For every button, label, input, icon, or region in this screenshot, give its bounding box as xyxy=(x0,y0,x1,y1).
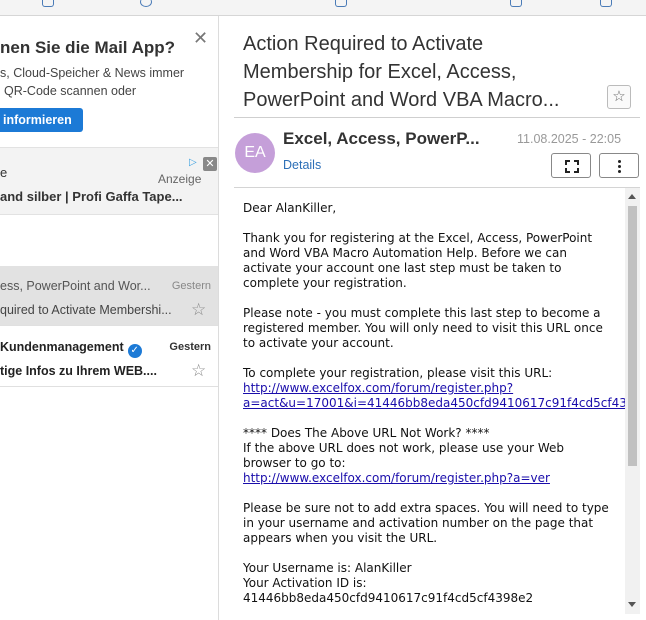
body-paragraph: Thank you for registering at the Excel, … xyxy=(243,231,593,290)
mail-subject: quired to Activate Membershi... xyxy=(0,303,172,317)
subject-line: PowerPoint and Word VBA Macro... xyxy=(243,89,560,111)
mail-list-pane: nen Sie die Mail App? ✕ s, Cloud-Speiche… xyxy=(0,16,219,620)
top-toolbar xyxy=(0,0,646,16)
register-link[interactable]: http://www.excelfox.com/forum/register.p… xyxy=(243,471,550,485)
toolbar-menu-icon[interactable] xyxy=(510,0,522,7)
toolbar-more-icon[interactable] xyxy=(600,0,612,7)
star-icon[interactable]: ☆ xyxy=(191,361,206,381)
body-paragraph: Please be sure not to add extra spaces. … xyxy=(243,501,609,545)
activation-link[interactable]: http://www.excelfox.com/forum/register.p… xyxy=(243,381,640,410)
reading-pane: Action Required to Activate Membership f… xyxy=(220,16,646,620)
body-paragraph: To complete your registration, please vi… xyxy=(243,366,640,411)
message-body-text: Dear AlanKiller, Thank you for registeri… xyxy=(243,201,640,614)
message-subject: Action Required to Activate Membership f… xyxy=(243,30,623,114)
scrollbar[interactable] xyxy=(625,188,640,614)
mail-date: Gestern xyxy=(169,341,211,353)
subject-line: Membership for Excel, Access, xyxy=(243,61,517,83)
star-icon[interactable]: ☆ xyxy=(191,300,206,320)
more-options-button[interactable] xyxy=(599,153,639,178)
body-paragraph: **** Does The Above URL Not Work? **** I… xyxy=(243,426,565,485)
ad-choices-icon[interactable]: ▷ xyxy=(189,157,200,168)
details-link[interactable]: Details xyxy=(283,158,321,172)
verified-check-icon: ✓ xyxy=(127,344,142,358)
promo-info-button[interactable]: informieren xyxy=(0,108,83,132)
ad-prefix: e xyxy=(0,165,8,180)
message-body: Dear AlanKiller, Thank you for registeri… xyxy=(234,187,640,614)
scroll-up-arrow-icon[interactable] xyxy=(628,194,636,199)
mail-sender-name: Kundenmanagement xyxy=(0,340,124,354)
scroll-down-arrow-icon[interactable] xyxy=(628,602,636,607)
ad-title: and silber | Profi Gaffa Tape... xyxy=(0,189,183,204)
mail-sender: ess, PowerPoint and Wor... xyxy=(0,279,151,293)
message-date: 11.08.2025 - 22:05 xyxy=(517,132,622,146)
mail-list-item[interactable]: Kundenmanagement ✓ Gestern tige Infos zu … xyxy=(0,327,218,387)
divider xyxy=(234,117,640,118)
mail-subject: tige Infos zu Ihrem WEB.... xyxy=(0,364,157,378)
toolbar-help-icon[interactable] xyxy=(140,0,152,7)
body-paragraph: Please note - you must complete this las… xyxy=(243,306,603,350)
star-icon[interactable]: ☆ xyxy=(607,85,631,109)
promo-text-line: QR-Code scannen oder xyxy=(4,84,137,98)
greeting: Dear AlanKiller, xyxy=(243,201,337,215)
scroll-thumb[interactable] xyxy=(628,206,637,466)
body-paragraph: Your Username is: AlanKiller Your Activa… xyxy=(243,561,534,605)
toolbar-compose-icon[interactable] xyxy=(42,0,54,7)
ad-label: Anzeige xyxy=(158,172,202,186)
subject-line: Action Required to Activate xyxy=(243,33,484,55)
close-icon[interactable]: ✕ xyxy=(193,28,208,49)
toolbar-search-icon[interactable] xyxy=(335,0,347,7)
promo-text-line: s, Cloud-Speicher & News immer xyxy=(0,66,185,80)
promo-title: nen Sie die Mail App? xyxy=(0,38,176,57)
avatar: EA xyxy=(235,133,275,173)
fullscreen-button[interactable] xyxy=(551,153,591,178)
ad-close-icon[interactable]: ✕ xyxy=(203,157,217,171)
mail-list-item-selected[interactable]: ess, PowerPoint and Wor... Gestern quire… xyxy=(0,266,218,326)
mail-date: Gestern xyxy=(171,280,211,292)
message-sender[interactable]: Excel, Access, PowerP... xyxy=(283,129,505,149)
ad-item[interactable]: e ▷ ✕ Anzeige and silber | Profi Gaffa T… xyxy=(0,147,218,215)
mail-sender: Kundenmanagement ✓ xyxy=(0,340,142,358)
app-promo-banner: nen Sie die Mail App? ✕ s, Cloud-Speiche… xyxy=(0,16,218,146)
